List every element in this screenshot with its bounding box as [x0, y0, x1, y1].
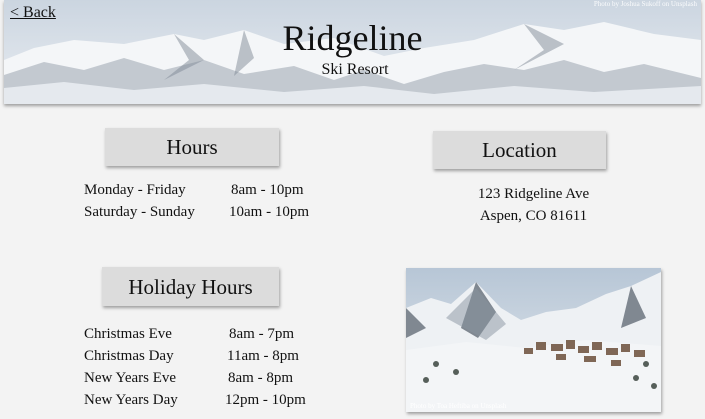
- hours-time: 10am - 10pm: [229, 204, 309, 220]
- address-line-1: 123 Ridgeline Ave: [477, 186, 590, 202]
- holiday-day: Christmas Eve: [84, 326, 172, 342]
- hours-day: Saturday - Sunday: [84, 204, 195, 220]
- village-image: [406, 268, 661, 412]
- hours-day: Monday - Friday: [84, 182, 186, 198]
- resort-photo: Photo by Toa Heftiba on Unsplash: [406, 268, 661, 412]
- banner-photo-credit: Photo by Joshua Sukoff on Unsplash: [593, 0, 697, 8]
- holiday-hours-heading: Holiday Hours: [102, 267, 279, 306]
- holiday-day: New Years Day: [84, 392, 178, 408]
- holiday-time: 12pm - 10pm: [225, 392, 306, 408]
- page-title: Ridgeline: [282, 18, 423, 58]
- page-subtitle: Ski Resort: [321, 61, 389, 78]
- hours-time: 8am - 10pm: [231, 182, 304, 198]
- holiday-time: 8am - 8pm: [228, 370, 293, 386]
- holiday-day: Christmas Day: [84, 348, 174, 364]
- resort-photo-credit: Photo by Toa Heftiba on Unsplash: [410, 402, 507, 410]
- holiday-time: 8am - 7pm: [229, 326, 294, 342]
- location-heading: Location: [433, 131, 606, 169]
- holiday-time: 11am - 8pm: [227, 348, 299, 364]
- hours-heading: Hours: [105, 128, 279, 166]
- holiday-day: New Years Eve: [84, 370, 177, 386]
- address-line-2: Aspen, CO 81611: [479, 208, 588, 224]
